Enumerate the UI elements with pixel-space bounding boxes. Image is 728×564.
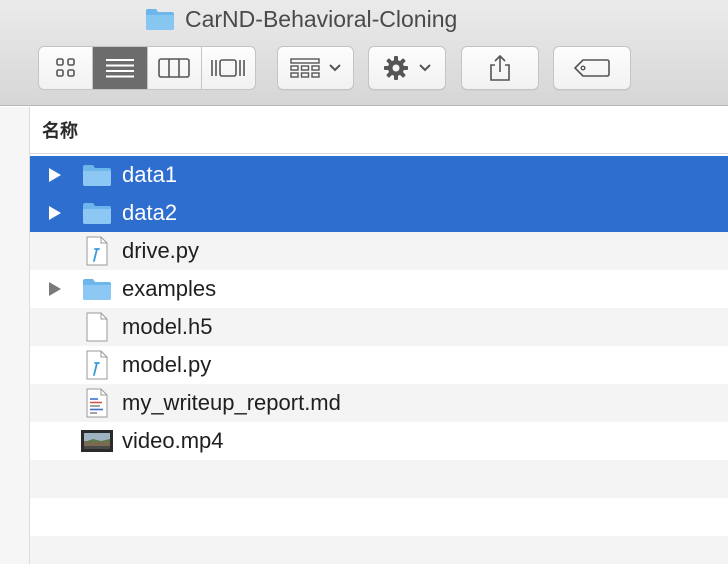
folder-icon — [83, 279, 111, 300]
list-item[interactable]: my_writeup_report.md — [30, 384, 728, 422]
file-name: model.py — [122, 352, 212, 377]
empty-row — [30, 498, 728, 536]
file-name: video.mp4 — [122, 428, 224, 453]
icon-view-icon — [55, 58, 75, 77]
list-item[interactable]: examples — [30, 270, 728, 308]
folder-icon — [146, 9, 174, 30]
blank-file-icon — [86, 312, 108, 342]
tag-button[interactable] — [553, 46, 631, 90]
gallery-view-button[interactable] — [202, 47, 255, 89]
list-view-button[interactable] — [93, 47, 148, 89]
video-thumbnail-icon — [81, 430, 113, 452]
file-name: model.h5 — [122, 314, 213, 339]
window-title: CarND-Behavioral-Cloning — [185, 5, 458, 32]
tag-icon — [574, 59, 610, 77]
markdown-file-icon — [86, 388, 108, 418]
share-icon — [490, 54, 510, 81]
file-name: examples — [122, 276, 217, 301]
column-view-icon — [158, 58, 190, 78]
file-name: my_writeup_report.md — [122, 390, 341, 415]
empty-row — [30, 460, 728, 498]
chevron-down-icon — [328, 64, 341, 72]
sidebar-edge — [0, 107, 30, 564]
folder-icon — [83, 165, 111, 186]
python-file-icon — [86, 350, 108, 380]
gallery-view-icon — [211, 59, 246, 77]
file-name: data2 — [122, 200, 178, 225]
file-rows: data1 data2 drive.py examples model.h5 m… — [30, 154, 728, 564]
column-header-label: 名称 — [42, 121, 78, 141]
view-mode-control[interactable] — [38, 46, 256, 90]
list-item[interactable]: data2 — [30, 194, 728, 232]
window-title-area: CarND-Behavioral-Cloning — [145, 4, 457, 34]
gear-icon — [384, 56, 408, 80]
column-header-name[interactable]: 名称 — [30, 107, 728, 154]
list-item[interactable]: model.h5 — [30, 308, 728, 346]
list-item[interactable]: data1 — [30, 156, 728, 194]
disclosure-triangle-icon[interactable] — [48, 167, 62, 183]
column-view-button[interactable] — [148, 47, 202, 89]
disclosure-triangle-icon[interactable] — [48, 281, 62, 297]
python-file-icon — [86, 236, 108, 266]
disclosure-triangle-icon[interactable] — [48, 205, 62, 221]
empty-row — [30, 536, 728, 564]
folder-icon — [83, 203, 111, 224]
list-view-icon — [105, 59, 134, 78]
icon-view-button[interactable] — [39, 47, 94, 89]
file-list: 名称 data1 data2 drive.py examples model.h… — [30, 107, 728, 564]
list-item[interactable]: model.py — [30, 346, 728, 384]
list-item[interactable]: video.mp4 — [30, 422, 728, 460]
chevron-down-icon — [419, 64, 431, 72]
file-name: drive.py — [122, 238, 200, 263]
share-button[interactable] — [461, 46, 539, 90]
file-name: data1 — [122, 162, 178, 187]
grid-arrange-icon — [289, 58, 320, 78]
window-toolbar: CarND-Behavioral-Cloning — [0, 0, 728, 106]
list-item[interactable]: drive.py — [30, 232, 728, 270]
action-button[interactable] — [368, 46, 446, 90]
arrange-button[interactable] — [277, 46, 354, 90]
